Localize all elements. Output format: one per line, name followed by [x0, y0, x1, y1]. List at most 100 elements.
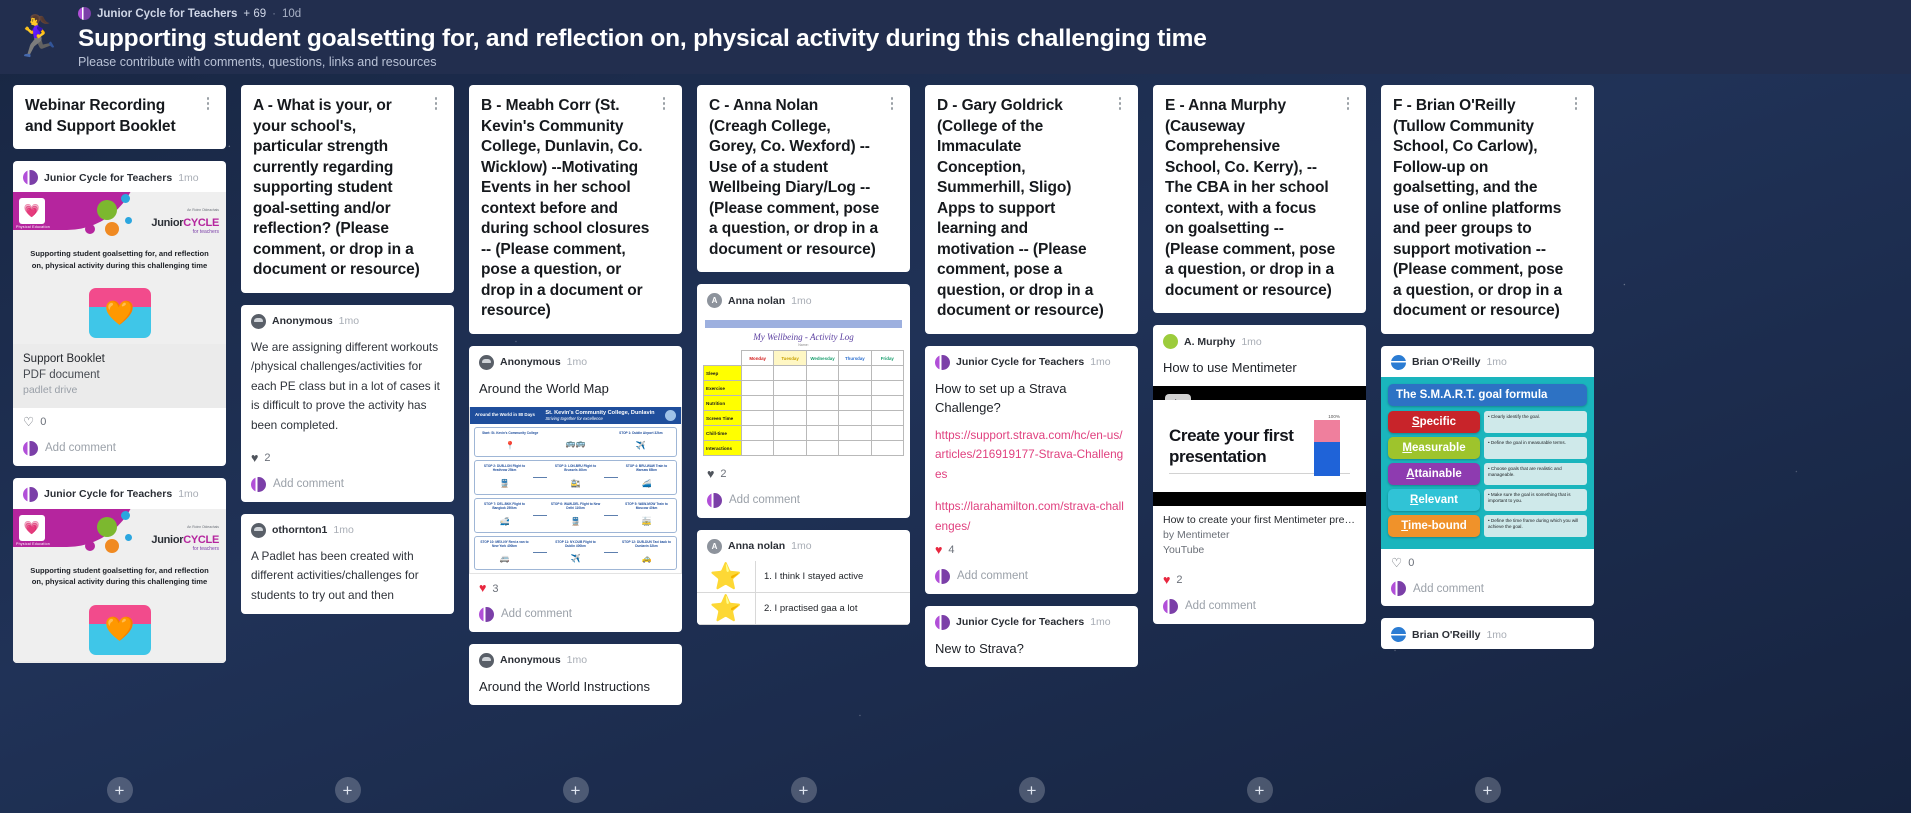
add-comment-label: Add comment: [273, 478, 344, 490]
add-comment-row[interactable]: Add comment: [925, 562, 1138, 594]
strava-support-link[interactable]: https://support.strava.com/hc/en-us/arti…: [925, 426, 1138, 485]
globe-avatar-icon: [1391, 627, 1406, 642]
add-post-button-col3[interactable]: +: [562, 777, 589, 803]
card-anna-nolan-stars[interactable]: A Anna nolan 1mo ⭐ 1. I think I stayed a…: [697, 529, 910, 625]
card-support-booklet[interactable]: Junior Cycle for Teachers 1mo 💗 Physical…: [13, 161, 226, 466]
card-author-row: A. Murphy 1mo: [1153, 325, 1366, 356]
kebab-menu-icon[interactable]: [430, 97, 442, 110]
kebab-menu-icon[interactable]: [1570, 97, 1582, 110]
kebab-menu-icon[interactable]: [1342, 97, 1354, 110]
smart-header: The S.M.A.R.T. goal formula: [1388, 383, 1587, 406]
jct-sub: for teachers: [192, 229, 219, 236]
column-header[interactable]: Webinar Recording and Support Booklet: [13, 85, 226, 149]
card-timestamp: 1mo: [1090, 356, 1111, 368]
column-header[interactable]: C - Anna Nolan (Creagh College, Gorey, C…: [697, 85, 910, 272]
column-cards: Junior Cycle for Teachers 1mo 💗 Physical…: [13, 161, 226, 813]
add-comment-row[interactable]: Add comment: [697, 486, 910, 518]
column-cards: A. Murphy 1mo How to use Mentimeter Crea…: [1153, 325, 1366, 813]
kebab-menu-icon[interactable]: [658, 97, 670, 110]
kebab-menu-icon[interactable]: [886, 97, 898, 110]
like-count: 0: [1408, 556, 1415, 569]
world-map-thumbnail[interactable]: Around the World in 80 Days St. Kevin's …: [469, 406, 682, 575]
kebab-menu-icon[interactable]: [202, 97, 214, 110]
column-header[interactable]: E - Anna Murphy (Causeway Comprehensive …: [1153, 85, 1366, 313]
card-around-the-world-instructions[interactable]: Anonymous 1mo Around the World Instructi…: [469, 643, 682, 705]
flyer-dot: [121, 510, 130, 520]
smart-goal-graphic[interactable]: The S.M.A.R.T. goal formula Specific • C…: [1381, 376, 1594, 549]
card-attachment[interactable]: 💗 Physical Education An Roinn Oideachais…: [13, 192, 226, 408]
heart-icon[interactable]: ♥: [1163, 574, 1170, 587]
card-reactions[interactable]: ♡ 0: [1381, 549, 1594, 575]
smart-rest: elevant: [1418, 493, 1458, 506]
card-smart-goal-formula[interactable]: Brian O'Reilly 1mo The S.M.A.R.T. goal f…: [1381, 345, 1594, 606]
card-reactions[interactable]: ♡ 0: [13, 408, 226, 434]
heart-icon[interactable]: ♥: [479, 582, 486, 595]
card-othornton1-padlet[interactable]: othornton1 1mo A Padlet has been created…: [241, 513, 454, 614]
card-author-row: A Anna nolan 1mo: [697, 284, 910, 315]
add-post-button-col4[interactable]: +: [790, 777, 817, 803]
map-school-name: St. Kevin's Community College, Dunlavin …: [545, 410, 654, 421]
log-row: Screen Time: [703, 410, 905, 426]
add-comment-label: Add comment: [501, 608, 572, 621]
runner-icon: 🏃‍♀️: [12, 15, 62, 59]
heart-icon[interactable]: ♡: [1391, 556, 1402, 570]
like-count: 0: [40, 416, 47, 429]
video-thumbnail[interactable]: Create your first presentation 100%: [1153, 386, 1366, 506]
column-header[interactable]: B - Meabh Corr (St. Kevin's Community Co…: [469, 85, 682, 334]
card-reactions[interactable]: ♥ 2: [241, 444, 454, 470]
star-text: 2. I practised gaa a lot: [755, 592, 910, 624]
star-icon: ⭐: [709, 592, 743, 623]
add-post-button-col1[interactable]: +: [106, 777, 133, 803]
add-comment-row[interactable]: Add comment: [1381, 574, 1594, 606]
card-reactions[interactable]: ♥ 3: [469, 574, 682, 600]
jct-dept-line: An Roinn Oideachais: [187, 208, 219, 212]
card-how-to-use-mentimeter[interactable]: A. Murphy 1mo How to use Mentimeter Crea…: [1153, 325, 1366, 624]
card-reactions[interactable]: ♥ 2: [1153, 566, 1366, 592]
column-header[interactable]: A - What is your, or your school's, part…: [241, 85, 454, 293]
flyer-dot: [85, 540, 95, 551]
heart-icon[interactable]: ♥: [707, 468, 714, 481]
like-count: 2: [720, 468, 727, 481]
card-strava-challenge[interactable]: Junior Cycle for Teachers 1mo How to set…: [925, 345, 1138, 594]
add-comment-row[interactable]: Add comment: [1153, 592, 1366, 624]
add-comment-row[interactable]: Add comment: [469, 600, 682, 632]
card-brian-oreilly-2[interactable]: Brian O'Reilly 1mo: [1381, 618, 1594, 649]
card-anonymous-workouts[interactable]: Anonymous 1mo We are assigning different…: [241, 304, 454, 502]
add-comment-row[interactable]: Add comment: [241, 470, 454, 502]
column-header[interactable]: F - Brian O'Reilly (Tullow Community Sch…: [1381, 85, 1594, 334]
pe-badge-label: Physical Education: [16, 541, 50, 546]
card-author: Brian O'Reilly: [1412, 356, 1481, 368]
wellbeing-log-thumbnail[interactable]: My Wellbeing - Activity Log Name: Monday…: [697, 315, 910, 460]
heart-icon[interactable]: ♡: [23, 416, 34, 429]
card-reactions[interactable]: ♥ 4: [925, 536, 1138, 562]
padlet-avatar-icon: [23, 170, 38, 185]
column-title: F - Brian O'Reilly (Tullow Community Sch…: [1393, 97, 1564, 319]
add-post-button-col2[interactable]: +: [334, 777, 361, 803]
add-post-button-col7[interactable]: +: [1474, 777, 1501, 803]
heart-icon[interactable]: ♥: [251, 452, 258, 465]
log-day-header: Friday: [870, 350, 905, 366]
pe-badge-icon: 💗: [19, 198, 45, 224]
card-new-to-strava[interactable]: Junior Cycle for Teachers 1mo New to Str…: [925, 605, 1138, 667]
smart-row: Attainable • Choose goals that are reali…: [1388, 462, 1587, 485]
kebab-menu-icon[interactable]: [1114, 97, 1126, 110]
log-row: Nutrition: [703, 395, 905, 411]
add-post-button-col5[interactable]: +: [1018, 777, 1045, 803]
collaborator-count[interactable]: + 69: [243, 8, 266, 20]
card-reactions[interactable]: ♥ 2: [697, 460, 910, 486]
column-cards: A Anna nolan 1mo My Wellbeing - Activity…: [697, 284, 910, 813]
add-post-button-col6[interactable]: +: [1246, 777, 1273, 803]
card-author: A. Murphy: [1184, 335, 1236, 348]
column-header[interactable]: D - Gary Goldrick (College of the Immacu…: [925, 85, 1138, 334]
heart-icon[interactable]: ♥: [935, 544, 942, 557]
strava-larahamilton-link[interactable]: https://larahamilton.com/strava-challeng…: [925, 497, 1138, 536]
star-list-thumbnail[interactable]: ⭐ 1. I think I stayed active ⭐ 2. I prac…: [697, 560, 910, 625]
add-comment-row[interactable]: Add comment: [13, 434, 226, 466]
card-wellbeing-activity-log[interactable]: A Anna nolan 1mo My Wellbeing - Activity…: [697, 284, 910, 518]
card-around-the-world-map[interactable]: Anonymous 1mo Around the World Map Aroun…: [469, 345, 682, 632]
log-day-header: Tuesday: [773, 350, 807, 366]
board-owner[interactable]: Junior Cycle for Teachers: [97, 8, 237, 20]
log-table: Monday Tuesday Wednesday Thursday Friday…: [703, 350, 905, 456]
card-support-booklet-2[interactable]: Junior Cycle for Teachers 1mo 💗 Physical…: [13, 477, 226, 663]
card-attachment[interactable]: 💗 Physical Education An Roinn Oideachais…: [13, 508, 226, 663]
